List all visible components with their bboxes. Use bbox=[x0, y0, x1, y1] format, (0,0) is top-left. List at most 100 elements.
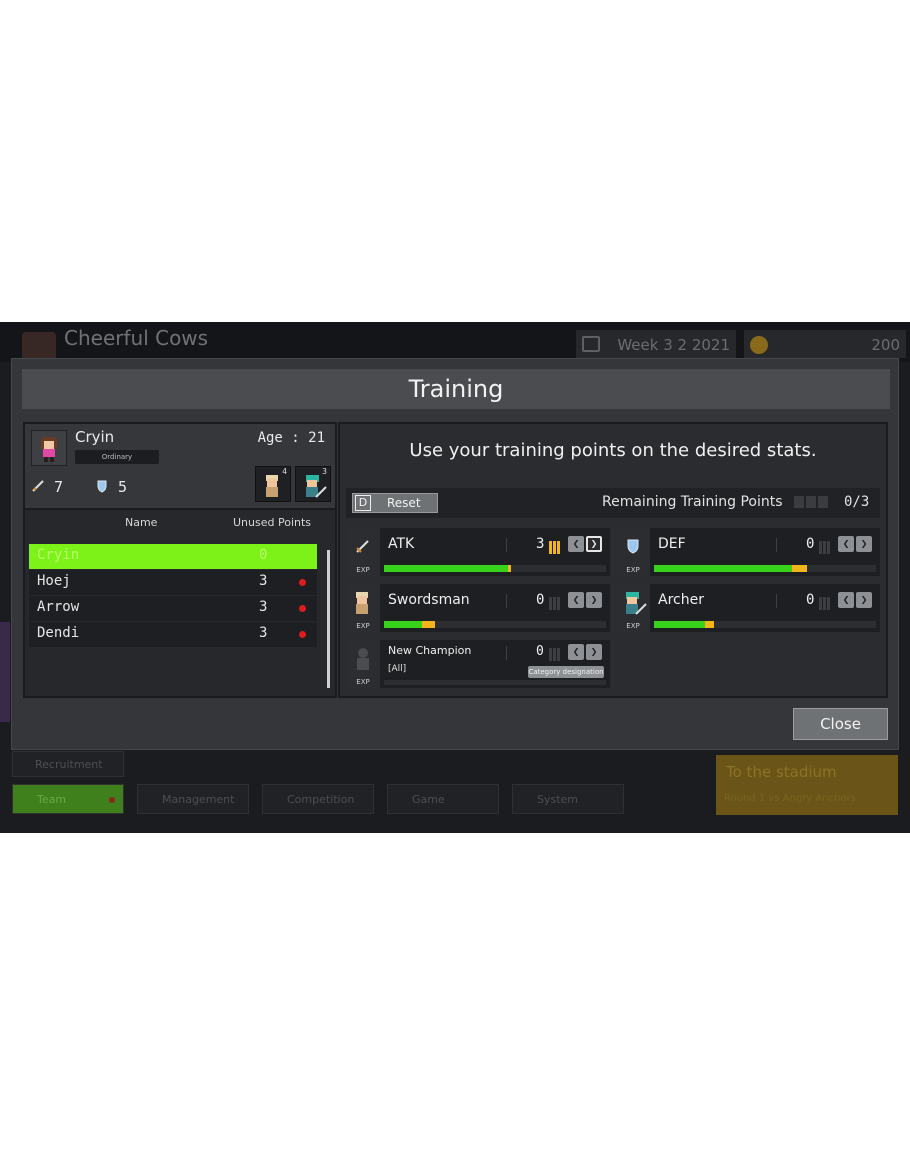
reset-label: Reset bbox=[387, 496, 421, 510]
stat-card-def: EXP DEF 0 ❮ ❯ bbox=[616, 528, 880, 576]
decrease-button[interactable]: ❮ bbox=[568, 644, 584, 660]
stadium-title: To the stadium bbox=[726, 763, 837, 781]
team-name: Cheerful Cows bbox=[64, 326, 209, 350]
nav-recruitment[interactable]: Recruitment bbox=[12, 751, 124, 777]
exp-label: EXP bbox=[616, 564, 650, 576]
swordsman-icon bbox=[346, 584, 380, 620]
exp-fill bbox=[384, 621, 422, 628]
exp-fill bbox=[654, 565, 792, 572]
stat-label: Swordsman bbox=[388, 592, 470, 608]
roster-row-name: Cryin bbox=[37, 547, 80, 563]
stat-label: DEF bbox=[658, 536, 686, 552]
exp-label: EXP bbox=[616, 620, 650, 632]
sword-icon bbox=[346, 528, 380, 564]
decrease-button[interactable]: ❮ bbox=[568, 592, 584, 608]
roster-row-points: 3 bbox=[259, 625, 268, 641]
category-designation-button[interactable]: Category designation bbox=[528, 666, 604, 678]
roster-row-name: Dendi bbox=[37, 625, 80, 641]
training-panel: Use your training points on the desired … bbox=[338, 422, 888, 698]
increase-button[interactable]: ❯ bbox=[586, 536, 602, 552]
week-display: Week 3 2 2021 bbox=[576, 330, 736, 358]
nav-team-label: Team bbox=[37, 793, 67, 806]
increase-button[interactable]: ❯ bbox=[586, 592, 602, 608]
points-bars bbox=[549, 595, 563, 610]
exp-bar bbox=[384, 565, 606, 572]
pending-exp-fill bbox=[705, 621, 714, 628]
nav-system[interactable]: System bbox=[512, 784, 624, 814]
week-text: Week 3 2 2021 bbox=[617, 336, 730, 354]
roster-row[interactable]: Dendi 3 bbox=[29, 622, 317, 647]
unused-points-dot bbox=[299, 579, 306, 586]
stat-label: New Champion bbox=[388, 644, 472, 657]
to-stadium-button[interactable]: To the stadium Round 1 vs Angry Anchors bbox=[716, 755, 898, 815]
stat-value: 0 bbox=[536, 644, 544, 659]
reset-key-hint: D bbox=[355, 495, 371, 511]
exp-bar bbox=[384, 621, 606, 628]
player-age: Age : 21 bbox=[257, 430, 325, 446]
exp-bar bbox=[654, 565, 876, 572]
champion-silhouette-icon bbox=[346, 640, 380, 676]
player-atk-value: 7 bbox=[54, 478, 64, 496]
increase-button[interactable]: ❯ bbox=[586, 644, 602, 660]
points-bars bbox=[819, 539, 833, 554]
top-bar: Cheerful Cows Week 3 2 2021 200 bbox=[0, 322, 910, 362]
points-bars bbox=[549, 539, 563, 554]
archer-class-icon: 3 bbox=[295, 466, 331, 502]
player-name: Cryin bbox=[75, 428, 115, 446]
player-def-value: 5 bbox=[118, 478, 128, 496]
roster-row-name: Hoej bbox=[37, 573, 71, 589]
archer-count: 3 bbox=[322, 467, 327, 476]
nav-management[interactable]: Management bbox=[137, 784, 249, 814]
sword-icon bbox=[32, 480, 44, 492]
training-toolbar: D Reset Remaining Training Points 0/3 bbox=[346, 488, 880, 518]
roster-row[interactable]: Arrow 3 bbox=[29, 596, 317, 621]
divider bbox=[506, 538, 507, 552]
stat-label: ATK bbox=[388, 536, 415, 552]
swordsman-class-icon: 4 bbox=[255, 466, 291, 502]
close-button[interactable]: Close bbox=[793, 708, 888, 740]
notification-dot bbox=[109, 797, 115, 803]
decrease-button[interactable]: ❮ bbox=[568, 536, 584, 552]
unused-points-dot bbox=[299, 631, 306, 638]
roster-list: Cryin 0 Hoej 3 Arrow 3 Dendi 3 bbox=[29, 544, 317, 648]
unused-points-dot bbox=[299, 605, 306, 612]
nav-competition[interactable]: Competition bbox=[262, 784, 374, 814]
shield-icon bbox=[97, 480, 107, 493]
roster-row-name: Arrow bbox=[37, 599, 80, 615]
roster-row-points: 0 bbox=[259, 547, 268, 563]
nav-team[interactable]: Team bbox=[12, 784, 124, 814]
training-dialog: Training Cryin Ordinary Age : 21 7 5 4 3… bbox=[11, 358, 899, 750]
player-def: 5 bbox=[95, 478, 127, 496]
roster-row[interactable]: Cryin 0 bbox=[29, 544, 317, 569]
increase-button[interactable]: ❯ bbox=[856, 592, 872, 608]
reset-button[interactable]: D Reset bbox=[352, 493, 438, 513]
roster-row-points: 3 bbox=[259, 573, 268, 589]
stat-card-new-champion: EXP New Champion [All] 0 ❮ ❯ Category de… bbox=[346, 640, 610, 688]
exp-fill bbox=[654, 621, 706, 628]
stat-value: 3 bbox=[536, 536, 545, 552]
gold-display: 200 bbox=[744, 330, 906, 358]
exp-label: EXP bbox=[346, 676, 380, 688]
pending-exp-fill bbox=[791, 565, 808, 572]
stat-label: Archer bbox=[658, 592, 704, 608]
divider bbox=[506, 594, 507, 608]
decrease-button[interactable]: ❮ bbox=[838, 536, 854, 552]
roster-panel: Cryin Ordinary Age : 21 7 5 4 3 Name Unu… bbox=[23, 422, 337, 698]
points-bars bbox=[819, 595, 833, 610]
roster-scrollbar[interactable] bbox=[327, 550, 330, 688]
archer-icon bbox=[616, 584, 650, 620]
player-profile: Cryin Ordinary Age : 21 7 5 4 3 bbox=[25, 424, 335, 510]
exp-fill bbox=[384, 565, 509, 572]
exp-label: EXP bbox=[346, 564, 380, 576]
points-slot bbox=[806, 496, 816, 508]
decrease-button[interactable]: ❮ bbox=[838, 592, 854, 608]
divider bbox=[506, 646, 507, 660]
game-screen: Cheerful Cows Week 3 2 2021 200 Recruitm… bbox=[0, 322, 910, 833]
nav-game[interactable]: Game bbox=[387, 784, 499, 814]
increase-button[interactable]: ❯ bbox=[856, 536, 872, 552]
background-strip bbox=[0, 622, 10, 722]
calendar-icon bbox=[582, 336, 600, 352]
gold-text: 200 bbox=[871, 336, 900, 354]
dialog-title: Training bbox=[22, 369, 890, 409]
roster-row[interactable]: Hoej 3 bbox=[29, 570, 317, 595]
